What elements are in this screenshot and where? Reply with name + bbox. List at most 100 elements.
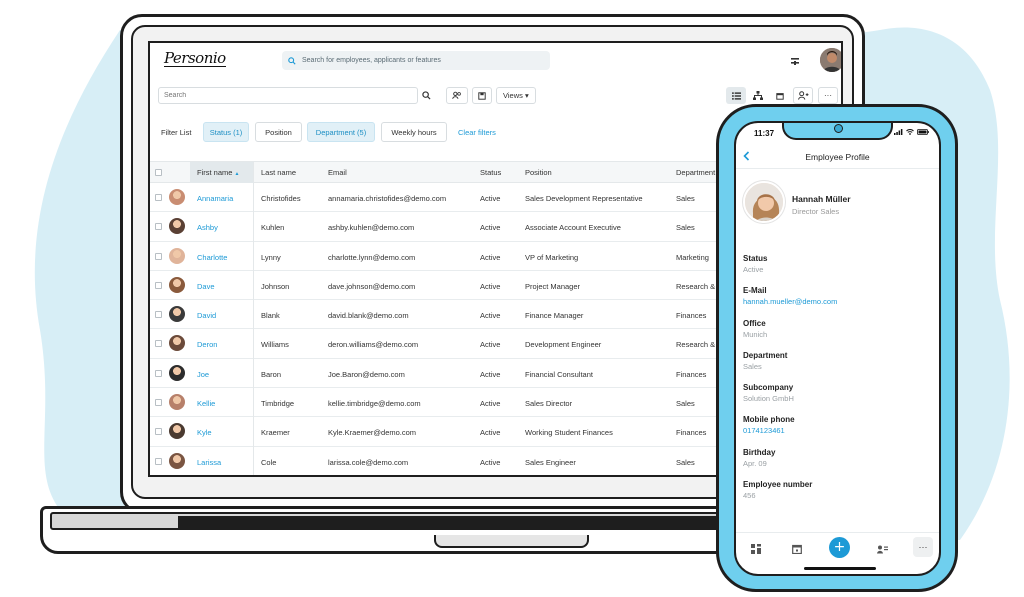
position-cell: Project Manager (525, 281, 581, 291)
laptop-notch (434, 535, 589, 548)
row-checkbox[interactable] (155, 311, 162, 319)
column-divider (253, 161, 254, 475)
first-name-link[interactable]: Charlotte (197, 253, 227, 262)
filter-chip-status[interactable]: Status (1) (203, 122, 249, 142)
more-menu-button[interactable]: ··· (913, 537, 933, 557)
row-checkbox[interactable] (155, 194, 162, 201)
row-checkbox[interactable] (155, 428, 162, 436)
field-value: Munich (743, 330, 768, 339)
add-user-icon (797, 91, 808, 100)
first-name-link[interactable]: Joe (197, 370, 209, 379)
status-cell: Active (480, 457, 501, 467)
filter-chip-department[interactable]: Department (5) (307, 122, 375, 142)
status-cell: Active (480, 311, 501, 321)
filter-settings-button[interactable] (784, 50, 806, 72)
first-name-link[interactable]: David (197, 311, 216, 320)
global-search-placeholder: Search for employees, applicants or feat… (302, 57, 441, 64)
add-employee-button[interactable] (793, 87, 813, 104)
first-name-link[interactable]: Annamaria (197, 194, 233, 203)
column-header-email[interactable]: Email (328, 168, 347, 177)
filter-chip-weekly-hours[interactable]: Weekly hours (381, 122, 447, 142)
position-cell: Sales Development Representative (525, 194, 643, 203)
list-search-button[interactable] (418, 87, 435, 104)
last-name-cell: Baron (261, 369, 282, 379)
department-cell: Marketing (676, 252, 709, 262)
position-cell: Financial Consultant (525, 369, 593, 379)
row-checkbox[interactable] (155, 252, 162, 260)
user-avatar[interactable] (820, 48, 841, 72)
field-employee-number: Employee number 456 (743, 480, 933, 502)
department-cell: Sales (676, 194, 695, 203)
global-search-bar[interactable]: Search for employees, applicants or feat… (282, 51, 550, 70)
email-cell: Joe.Baron@demo.com (328, 369, 405, 379)
column-header-position[interactable]: Position (525, 168, 552, 177)
email-cell: ashby.kuhlen@demo.com (328, 223, 415, 233)
avatar (169, 423, 185, 440)
views-dropdown[interactable]: Views ▾ (496, 87, 536, 104)
add-button[interactable]: + (829, 537, 850, 558)
position-cell: Associate Account Executive (525, 223, 621, 233)
org-chart-icon (753, 91, 763, 100)
people-icon (876, 545, 888, 553)
tab-calendar[interactable] (789, 541, 805, 557)
column-header-status[interactable]: Status (480, 168, 501, 177)
department-cell: Finances (676, 369, 707, 379)
field-label: E-Mail (743, 286, 767, 295)
row-checkbox[interactable] (155, 281, 162, 289)
first-name-link[interactable]: Kellie (197, 399, 215, 408)
field-label: Subcompany (743, 383, 794, 392)
clear-filters-link[interactable]: Clear filters (458, 128, 496, 137)
email-link[interactable]: hannah.mueller@demo.com (743, 296, 933, 308)
tab-dashboard[interactable] (748, 541, 764, 557)
list-view-button[interactable] (726, 87, 746, 104)
team-button[interactable] (446, 87, 468, 104)
first-name-link[interactable]: Kyle (197, 428, 212, 437)
more-options-button[interactable]: ··· (818, 87, 838, 104)
wifi-icon (906, 129, 914, 135)
field-label: Status (743, 254, 768, 263)
row-checkbox[interactable] (155, 223, 162, 231)
list-search-input[interactable] (164, 92, 417, 99)
tab-people[interactable] (874, 541, 890, 557)
column-header-last-name[interactable]: Last name (261, 168, 296, 177)
column-header-department[interactable]: Department (676, 168, 715, 177)
laptop-hinge (178, 516, 808, 528)
select-all-checkbox[interactable] (155, 169, 162, 176)
calendar-view-button[interactable] (770, 87, 790, 104)
row-checkbox[interactable] (155, 399, 162, 407)
mobile-page-title: Employee Profile (805, 152, 870, 162)
position-cell: Finance Manager (525, 311, 584, 321)
org-chart-button[interactable] (748, 87, 768, 104)
position-cell: Sales Engineer (525, 457, 576, 467)
last-name-cell: Timbridge (261, 399, 295, 409)
row-checkbox[interactable] (155, 457, 162, 465)
department-cell: Finances (676, 428, 707, 438)
phone-link[interactable]: 0174123461 (743, 425, 933, 437)
first-name-link[interactable]: Larissa (197, 458, 221, 467)
status-cell: Active (480, 194, 501, 203)
personio-logo[interactable]: Personio (164, 50, 226, 67)
save-icon (478, 91, 486, 100)
calendar-icon (792, 544, 802, 554)
field-value: 456 (743, 491, 756, 500)
field-department: Department Sales (743, 351, 933, 373)
column-header-first-name[interactable]: First name ▲ (197, 168, 239, 177)
status-cell: Active (480, 399, 501, 409)
status-cell: Active (480, 223, 501, 233)
app-header: Personio Search for employees, applicant… (150, 43, 841, 79)
first-name-link[interactable]: Deron (197, 340, 217, 349)
filter-chip-position[interactable]: Position (255, 122, 302, 142)
status-cell: Active (480, 369, 501, 379)
row-checkbox[interactable] (155, 369, 162, 377)
first-name-link[interactable]: Dave (197, 282, 215, 291)
last-name-cell: Kraemer (261, 428, 290, 438)
avatar (169, 306, 185, 323)
first-name-link[interactable]: Ashby (197, 223, 218, 232)
field-office: Office Munich (743, 319, 933, 341)
list-search-field[interactable] (158, 87, 418, 104)
row-checkbox[interactable] (155, 340, 162, 348)
profile-photo-image (745, 183, 783, 221)
email-cell: dave.johnson@demo.com (328, 281, 416, 291)
export-button[interactable] (472, 87, 492, 104)
email-cell: annamaria.christofides@demo.com (328, 194, 447, 203)
